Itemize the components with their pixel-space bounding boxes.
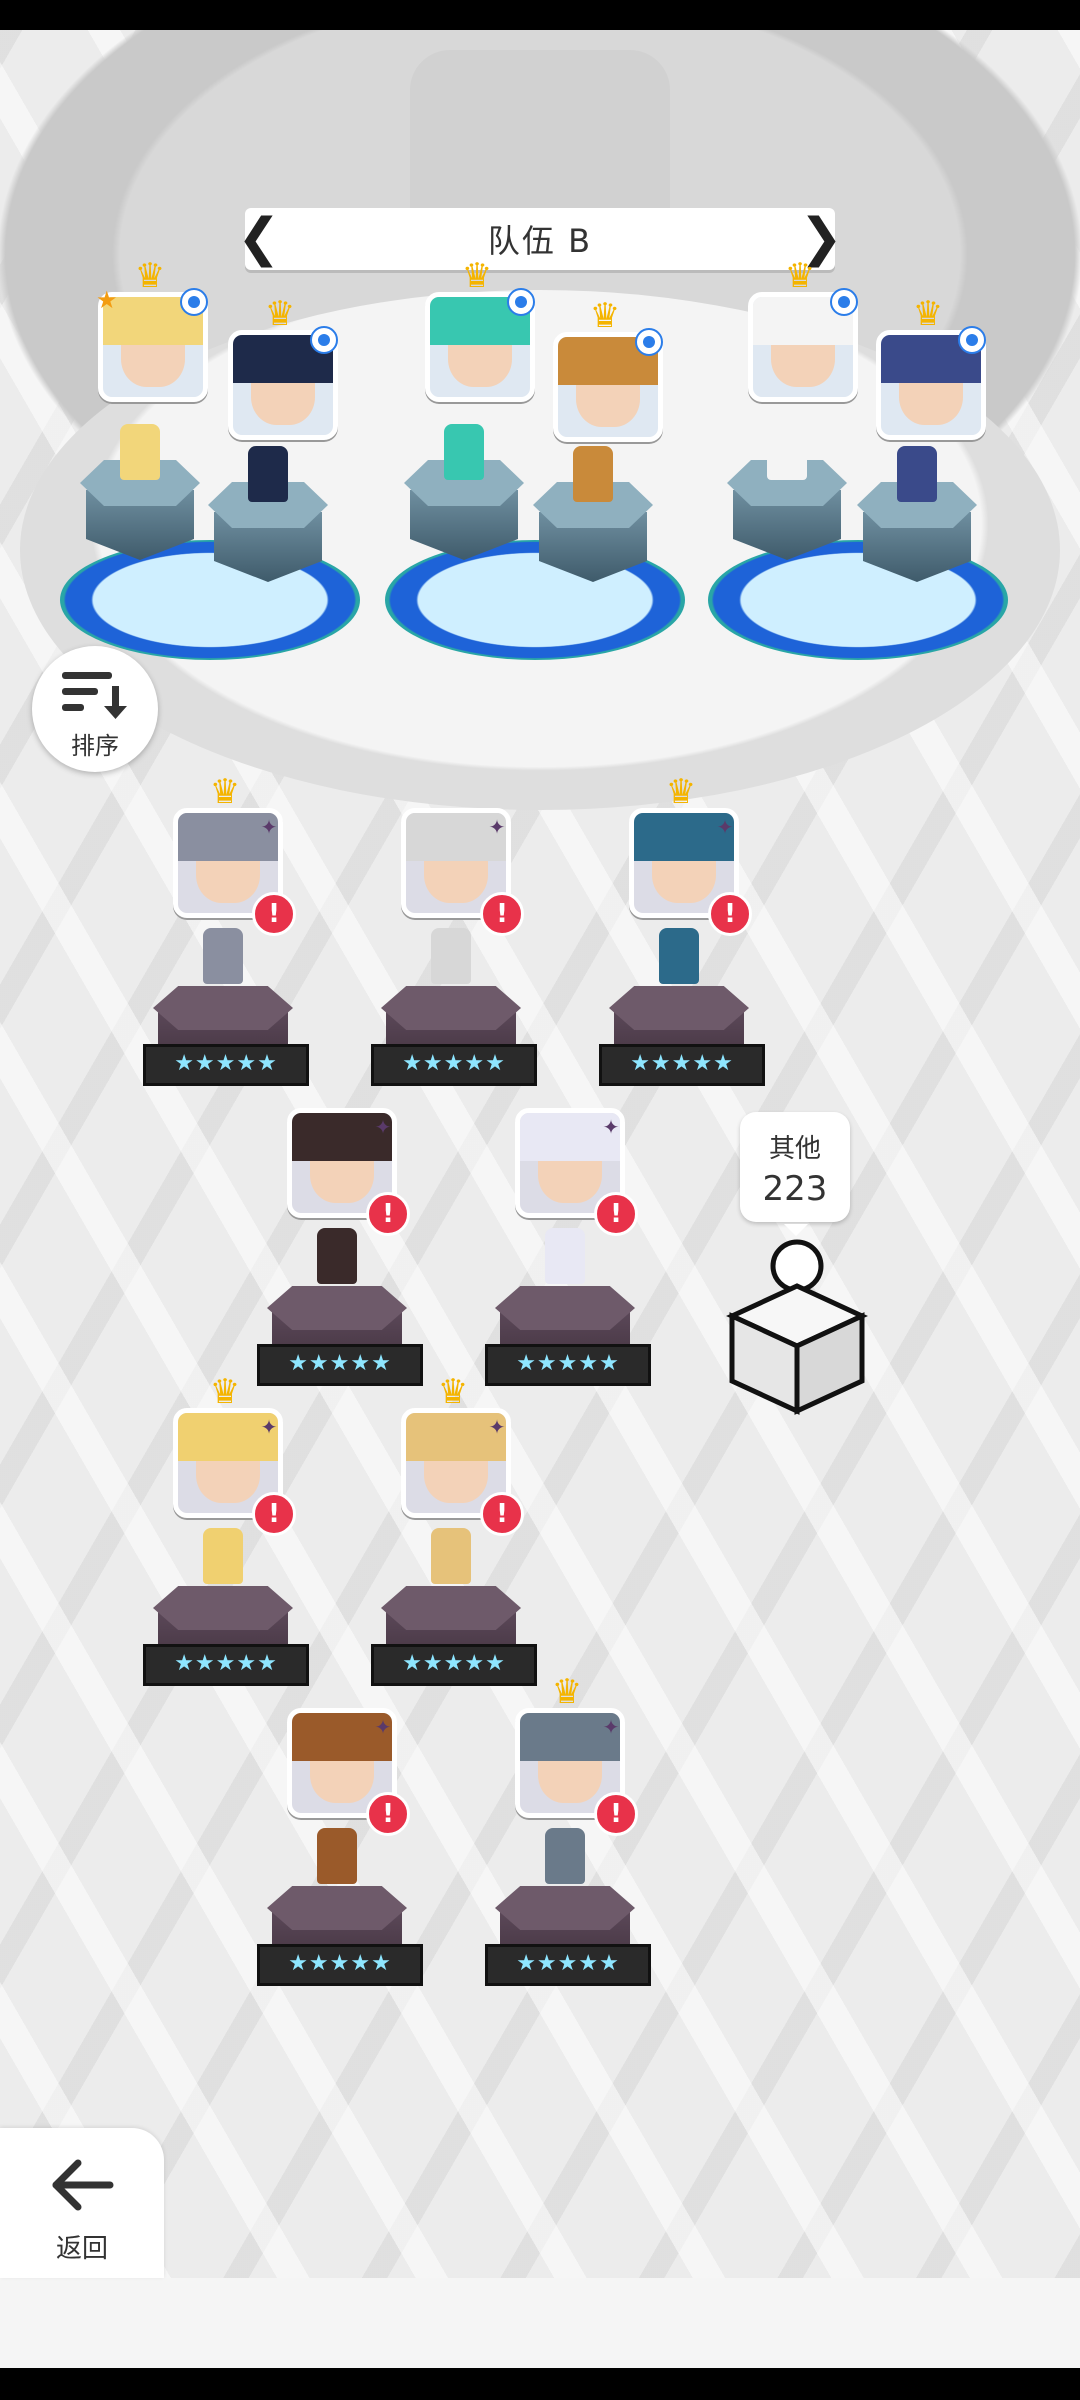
crown-icon: ♛ (437, 1372, 469, 1412)
crown-icon: ♛ (264, 294, 296, 334)
element-badge-icon: ✦ (488, 815, 506, 839)
roster-character-sprite[interactable] (203, 928, 243, 984)
roster-character-sprite[interactable] (203, 1528, 243, 1584)
roster-character-sprite[interactable] (545, 1228, 585, 1284)
element-badge-icon (507, 288, 535, 316)
element-badge-icon (958, 326, 986, 354)
alert-badge: ! (594, 1792, 638, 1836)
element-badge-icon: ✦ (602, 1715, 620, 1739)
element-badge-icon (310, 326, 338, 354)
element-badge-icon: ✦ (488, 1415, 506, 1439)
crown-icon: ♛ (461, 256, 493, 296)
element-badge-icon: ✦ (374, 1115, 392, 1139)
roster-character-sprite[interactable] (317, 1828, 357, 1884)
element-badge-icon: ✦ (374, 1715, 392, 1739)
star-rating-bar: ★★★★★ (257, 1344, 423, 1386)
bottom-panel (0, 2278, 1080, 2368)
star-rating-bar: ★★★★★ (485, 1944, 651, 1986)
team-member-sprite[interactable] (248, 446, 288, 502)
star-rating-bar: ★★★★★ (371, 1644, 537, 1686)
back-button[interactable]: 返回 (0, 2128, 164, 2278)
star-rating-bar: ★★★★★ (143, 1044, 309, 1086)
sort-descending-icon (62, 672, 127, 719)
team-member-sprite[interactable] (120, 424, 160, 480)
star-rating-bar: ★★★★★ (485, 1344, 651, 1386)
roster-character-sprite[interactable] (317, 1228, 357, 1284)
roster-character-sprite[interactable] (431, 928, 471, 984)
empty-slot-cube[interactable] (722, 1236, 872, 1416)
alert-badge: ! (366, 1192, 410, 1236)
star-rating-bar: ★★★★★ (257, 1944, 423, 1986)
element-badge-icon: ✦ (602, 1115, 620, 1139)
favorite-star-icon: ★ (96, 286, 118, 314)
crown-icon: ♛ (134, 256, 166, 296)
alert-badge: ! (252, 892, 296, 936)
element-badge-icon: ✦ (260, 1415, 278, 1439)
roster-character-sprite[interactable] (545, 1828, 585, 1884)
team-member-sprite[interactable] (767, 424, 807, 480)
alert-badge: ! (366, 1792, 410, 1836)
back-label: 返回 (55, 2234, 108, 2264)
element-badge-icon: ✦ (716, 815, 734, 839)
team-title: 队伍 B (487, 222, 593, 260)
crown-icon: ♛ (209, 1372, 241, 1412)
star-rating-bar: ★★★★★ (143, 1644, 309, 1686)
alert-badge: ! (708, 892, 752, 936)
roster-character-sprite[interactable] (431, 1528, 471, 1584)
arrow-left-icon (52, 2159, 114, 2211)
team-member-sprite[interactable] (573, 446, 613, 502)
star-rating-bar: ★★★★★ (599, 1044, 765, 1086)
alert-badge: ! (480, 892, 524, 936)
element-badge-icon (830, 288, 858, 316)
roster-character-sprite[interactable] (659, 928, 699, 984)
other-label: 其他 (768, 1134, 821, 1164)
element-badge-icon (180, 288, 208, 316)
other-count: 223 (762, 1169, 828, 1209)
chevron-left-icon[interactable]: ❮ (237, 210, 281, 266)
sort-label: 排序 (71, 732, 119, 760)
crown-icon: ♛ (209, 772, 241, 812)
sort-button[interactable]: 排序 (32, 646, 158, 772)
navigation-bar (0, 2368, 1080, 2400)
crown-icon: ♛ (551, 1672, 583, 1712)
star-rating-bar: ★★★★★ (371, 1044, 537, 1086)
team-member-sprite[interactable] (897, 446, 937, 502)
crown-icon: ♛ (912, 294, 944, 334)
crown-icon: ♛ (665, 772, 697, 812)
team-title-banner: ❮ 队伍 B ❯ (237, 208, 843, 270)
alert-badge: ! (480, 1492, 524, 1536)
other-count-bubble[interactable]: 其他 223 (740, 1112, 850, 1236)
element-badge-icon: ✦ (260, 815, 278, 839)
status-bar (0, 0, 1080, 30)
element-badge-icon (635, 328, 663, 356)
statue-backdrop (410, 50, 670, 230)
crown-icon: ♛ (589, 296, 621, 336)
team-member-sprite[interactable] (444, 424, 484, 480)
alert-badge: ! (252, 1492, 296, 1536)
alert-badge: ! (594, 1192, 638, 1236)
crown-icon: ♛ (784, 256, 816, 296)
